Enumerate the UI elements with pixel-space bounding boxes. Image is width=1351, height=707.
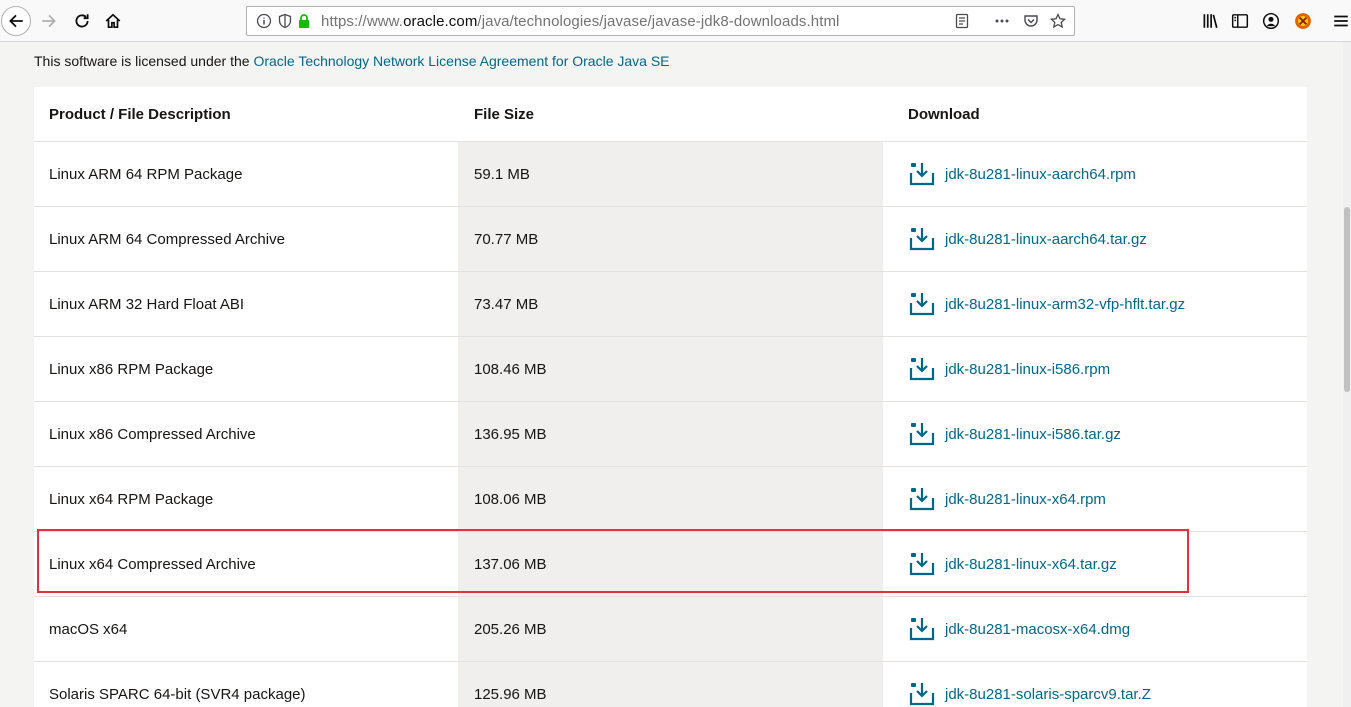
header-file-size: File Size (458, 87, 883, 141)
download-link[interactable]: jdk-8u281-linux-i586.tar.gz (908, 421, 1121, 447)
table-row: Linux x86 Compressed Archive 136.95 MB jdk… (34, 402, 1307, 467)
downloads-table: Product / File Description File Size Dow… (34, 87, 1307, 707)
download-link[interactable]: jdk-8u281-linux-x64.tar.gz (908, 551, 1117, 577)
download-icon (909, 683, 935, 706)
url-prefix: https://www. (321, 13, 404, 30)
table-row: Linux ARM 32 Hard Float ABI 73.47 MB jdk-8… (34, 272, 1307, 337)
file-description: Linux x64 RPM Package (34, 467, 458, 531)
download-icon (909, 553, 935, 576)
download-cell: jdk-8u281-linux-arm32-vfp-hflt.tar.gz (883, 272, 1307, 336)
pocket-icon[interactable] (1023, 13, 1041, 31)
table-row: Linux x86 RPM Package 108.46 MB jdk-8u281-… (34, 337, 1307, 402)
download-filename: jdk-8u281-linux-aarch64.tar.gz (945, 230, 1147, 248)
file-size: 59.1 MB (458, 142, 883, 206)
file-description: Linux ARM 64 Compressed Archive (34, 207, 458, 271)
page-actions-icon[interactable] (994, 13, 1012, 31)
download-filename: jdk-8u281-linux-aarch64.rpm (945, 165, 1136, 183)
download-cell: jdk-8u281-solaris-sparcv9.tar.Z (883, 662, 1307, 707)
download-cell: jdk-8u281-linux-x64.rpm (883, 467, 1307, 531)
header-download: Download (883, 87, 1307, 141)
file-size: 108.46 MB (458, 337, 883, 401)
download-icon (909, 228, 935, 251)
download-filename: jdk-8u281-solaris-sparcv9.tar.Z (945, 685, 1151, 703)
table-row: Linux x64 RPM Package 108.06 MB jdk-8u281-… (34, 467, 1307, 532)
info-icon[interactable] (256, 13, 274, 31)
url-host: oracle.com (403, 13, 478, 30)
download-cell: jdk-8u281-linux-x64.tar.gz (883, 532, 1307, 596)
download-icon (909, 163, 935, 186)
reader-view-icon[interactable] (954, 13, 972, 31)
table-row: Linux ARM 64 RPM Package 59.1 MB jdk-8u281… (34, 142, 1307, 207)
license-link[interactable]: Oracle Technology Network License Agreem… (253, 53, 669, 69)
table-row: Linux x64 Compressed Archive 137.06 MB jdk… (34, 532, 1307, 597)
file-size: 125.96 MB (458, 662, 883, 707)
file-description: macOS x64 (34, 597, 458, 661)
download-link[interactable]: jdk-8u281-linux-aarch64.rpm (908, 161, 1136, 187)
download-link[interactable]: jdk-8u281-linux-i586.rpm (908, 356, 1110, 382)
download-filename: jdk-8u281-macosx-x64.dmg (945, 620, 1131, 638)
download-icon (909, 618, 935, 641)
back-arrow-icon[interactable] (1, 6, 31, 36)
reload-icon[interactable] (69, 8, 95, 34)
home-icon[interactable] (100, 8, 126, 34)
download-icon (909, 358, 935, 381)
forward-arrow-icon[interactable] (36, 8, 62, 34)
account-icon[interactable] (1258, 8, 1284, 34)
download-cell: jdk-8u281-linux-i586.rpm (883, 337, 1307, 401)
url-text: https://www.oracle.com/java/technologies… (321, 13, 840, 30)
menu-icon[interactable] (1328, 8, 1351, 34)
page-content: This software is licensed under the Orac… (0, 42, 1343, 707)
file-size: 73.47 MB (458, 272, 883, 336)
download-cell: jdk-8u281-linux-aarch64.rpm (883, 142, 1307, 206)
file-size: 137.06 MB (458, 532, 883, 596)
table-row: Linux ARM 64 Compressed Archive 70.77 MB j… (34, 207, 1307, 272)
padlock-icon[interactable] (296, 13, 314, 31)
download-link[interactable]: jdk-8u281-solaris-sparcv9.tar.Z (908, 681, 1151, 707)
download-cell: jdk-8u281-macosx-x64.dmg (883, 597, 1307, 661)
download-cell: jdk-8u281-linux-i586.tar.gz (883, 402, 1307, 466)
extension-icon[interactable] (1290, 8, 1316, 34)
file-size: 205.26 MB (458, 597, 883, 661)
download-link[interactable]: jdk-8u281-macosx-x64.dmg (908, 616, 1130, 642)
table-header-row: Product / File Description File Size Dow… (34, 87, 1307, 142)
file-description: Linux ARM 32 Hard Float ABI (34, 272, 458, 336)
file-size: 136.95 MB (458, 402, 883, 466)
download-filename: jdk-8u281-linux-arm32-vfp-hflt.tar.gz (945, 295, 1186, 313)
download-link[interactable]: jdk-8u281-linux-arm32-vfp-hflt.tar.gz (908, 291, 1185, 317)
file-size: 108.06 MB (458, 467, 883, 531)
file-description: Solaris SPARC 64-bit (SVR4 package) (34, 662, 458, 707)
download-filename: jdk-8u281-linux-x64.tar.gz (945, 555, 1117, 573)
download-icon (909, 293, 935, 316)
bookmark-star-icon[interactable] (1049, 12, 1068, 31)
license-text: This software is licensed under the (34, 53, 254, 69)
file-description: Linux x86 Compressed Archive (34, 402, 458, 466)
header-description: Product / File Description (34, 87, 458, 141)
sidebar-icon[interactable] (1227, 8, 1253, 34)
file-description: Linux ARM 64 RPM Package (34, 142, 458, 206)
download-filename: jdk-8u281-linux-i586.rpm (945, 360, 1111, 378)
download-link[interactable]: jdk-8u281-linux-aarch64.tar.gz (908, 226, 1147, 252)
download-filename: jdk-8u281-linux-x64.rpm (945, 490, 1106, 508)
file-size: 70.77 MB (458, 207, 883, 271)
file-description: Linux x64 Compressed Archive (34, 532, 458, 596)
download-cell: jdk-8u281-linux-aarch64.tar.gz (883, 207, 1307, 271)
download-link[interactable]: jdk-8u281-linux-x64.rpm (908, 486, 1106, 512)
download-filename: jdk-8u281-linux-i586.tar.gz (945, 425, 1121, 443)
scrollbar-thumb[interactable] (1344, 207, 1350, 392)
browser-toolbar: https://www.oracle.com/java/technologies… (0, 0, 1351, 42)
url-bar[interactable]: https://www.oracle.com/java/technologies… (246, 6, 1075, 36)
vertical-scrollbar[interactable] (1343, 42, 1351, 707)
table-row: Solaris SPARC 64-bit (SVR4 package) 125.9… (34, 662, 1307, 707)
library-icon[interactable] (1197, 8, 1223, 34)
url-path: /java/technologies/javase/javase-jdk8-do… (477, 13, 840, 30)
download-icon (909, 423, 935, 446)
license-notice: This software is licensed under the Orac… (34, 53, 670, 69)
download-icon (909, 488, 935, 511)
table-row: macOS x64 205.26 MB jdk-8u281-macosx-x64.d… (34, 597, 1307, 662)
file-description: Linux x86 RPM Package (34, 337, 458, 401)
tracking-protection-icon[interactable] (277, 13, 295, 31)
